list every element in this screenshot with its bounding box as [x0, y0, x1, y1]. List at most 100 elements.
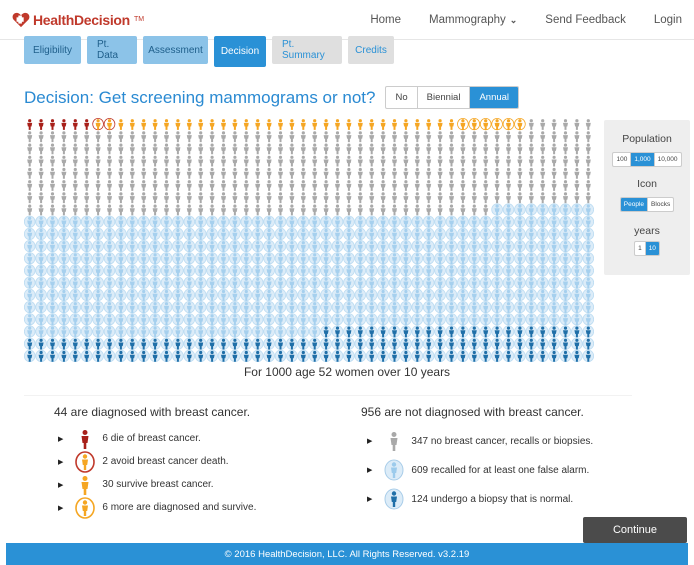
legend-survive: ▶ 30 survive breast cancer. [58, 473, 256, 496]
option-biennial-button[interactable]: Biennial [418, 87, 471, 108]
top-navbar: HealthDecision TM Home Mammography ⌄ Send… [0, 0, 694, 40]
icon-people-button[interactable]: People [620, 198, 649, 211]
person-icon-false [149, 288, 161, 301]
person-icon-gray [494, 192, 500, 204]
person-icon-gray [289, 192, 295, 204]
person-icon-false [46, 215, 59, 228]
person-icon-gray [471, 143, 477, 155]
nav-mammography-dropdown[interactable]: Mammography ⌄ [429, 14, 517, 26]
years-1-button[interactable]: 1 [635, 242, 646, 255]
person-icon-gray [335, 131, 340, 143]
person-icon-gray [243, 155, 249, 167]
person-icon-false [160, 252, 173, 265]
population-1000-button[interactable]: 1,000 [631, 153, 655, 166]
person-icon-biopsy [571, 349, 583, 362]
person-icon-false [400, 252, 412, 265]
person-icon-false [217, 301, 230, 314]
person-icon-false [491, 264, 503, 277]
person-icon-false [217, 227, 230, 241]
person-icon-false [559, 313, 572, 326]
person-icon-biopsy [388, 337, 401, 350]
person-icon-biopsy [457, 349, 469, 362]
person-icon-gray [323, 204, 329, 216]
person-icon-biopsy [491, 349, 503, 362]
person-icon-biopsy [58, 349, 70, 362]
person-icon-false [559, 301, 572, 314]
person-icon-gray [426, 180, 432, 191]
person-icon-gray [300, 204, 306, 216]
person-icon-false [571, 276, 583, 289]
person-icon-false [354, 313, 367, 326]
tab-credits[interactable]: Credits [348, 36, 394, 64]
person-icon-gray [506, 131, 511, 143]
person-icon-false [115, 252, 127, 265]
tab-decision[interactable]: Decision [214, 36, 266, 67]
person-icon-false [80, 301, 93, 314]
person-icon-gray [50, 143, 55, 155]
population-100-button[interactable]: 100 [613, 153, 632, 166]
bullet-icon: ▶ [58, 435, 64, 443]
person-icon-false [354, 301, 367, 314]
person-icon-gray [95, 192, 101, 204]
person-icon-false [297, 313, 310, 326]
tab-pt-data[interactable]: Pt. Data [87, 36, 137, 64]
person-icon-false [80, 288, 93, 301]
person-icon-gray [460, 155, 466, 167]
person-icon-survive [426, 119, 432, 130]
person-icon-survive [152, 119, 158, 130]
brand-tm: TM [133, 16, 145, 23]
continue-button[interactable]: Continue [583, 517, 687, 543]
bullet-icon: ▶ [367, 438, 373, 445]
population-10000-button[interactable]: 10,000 [655, 153, 681, 166]
person-icon-false [365, 313, 378, 326]
tab-assessment[interactable]: Assessment [143, 36, 208, 64]
legend-biopsy: ▶ 124 undergo a biopsy that is normal. [367, 485, 593, 513]
person-icon-false [331, 252, 344, 265]
person-icon-biopsy [160, 349, 173, 362]
nav-login-link[interactable]: Login [654, 14, 682, 26]
person-icon-false [525, 288, 538, 301]
person-icon-false [137, 288, 150, 301]
person-icon-false [58, 215, 70, 228]
brand-logo[interactable]: HealthDecision TM [12, 12, 144, 28]
person-icon-biopsy [422, 325, 435, 338]
person-icon-false [536, 288, 549, 301]
icon-blocks-button[interactable]: Blocks [648, 198, 673, 211]
person-icon-false [388, 215, 401, 228]
person-icon-false [80, 252, 93, 265]
option-annual-button[interactable]: Annual [470, 87, 519, 108]
bullet-icon: ▶ [367, 467, 373, 474]
option-no-button[interactable]: No [386, 87, 418, 108]
person-icon-gray [369, 167, 375, 179]
person-icon-gray [27, 204, 33, 216]
person-icon-false [217, 215, 230, 228]
person-icon-false [411, 215, 424, 228]
nav-home-link[interactable]: Home [370, 14, 401, 26]
person-icon-false [206, 325, 218, 338]
person-icon-gray [232, 192, 238, 204]
person-icon-false [115, 264, 127, 277]
person-icon-gray [335, 180, 340, 191]
person-icon-false [331, 276, 344, 289]
person-icon-false [536, 203, 549, 216]
tab-eligibility[interactable]: Eligibility [24, 36, 81, 64]
legend-no-cancer: ▶ 347 no breast cancer, recalls or biops… [367, 427, 593, 455]
years-10-button[interactable]: 10 [645, 242, 659, 255]
person-icon-gray [483, 155, 489, 167]
person-icon-false [172, 276, 184, 289]
person-icon-false [115, 313, 127, 326]
person-icon-false [457, 240, 469, 253]
person-icon-gray [528, 155, 534, 167]
person-icon-gray [27, 131, 33, 143]
person-icon-gray [437, 204, 443, 216]
person-icon-gray [563, 180, 568, 191]
person-icon-gray [414, 167, 420, 179]
person-icon-gray [300, 180, 306, 191]
person-icon-false [422, 240, 435, 253]
person-icon-gray [50, 180, 55, 191]
nav-feedback-link[interactable]: Send Feedback [545, 14, 626, 26]
person-icon-gray [369, 155, 375, 167]
person-icon-false [582, 301, 594, 314]
person-icon-gray [243, 131, 249, 143]
tab-pt-summary[interactable]: Pt. Summary [272, 36, 342, 64]
